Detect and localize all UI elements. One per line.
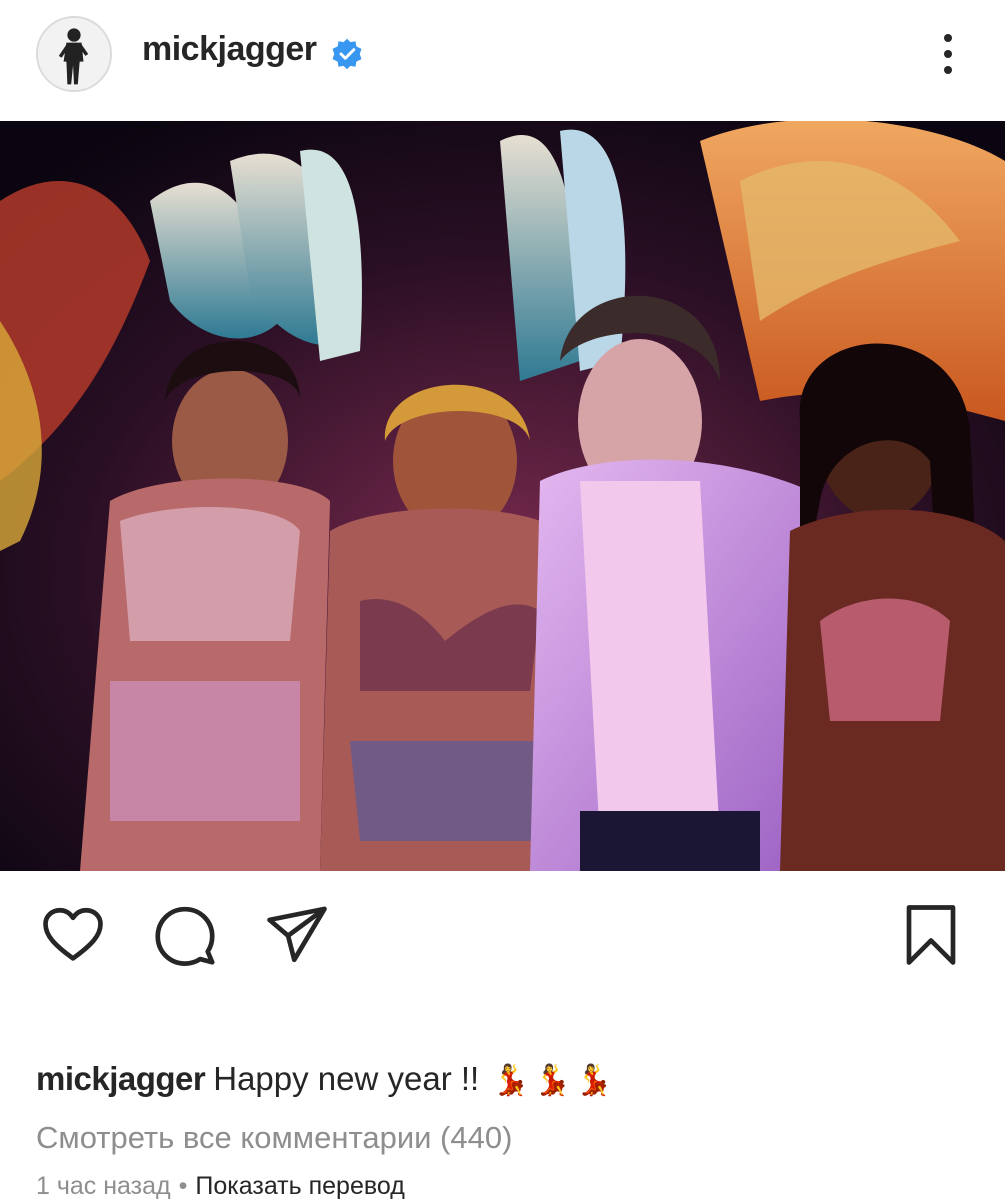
comment-button[interactable]	[152, 902, 218, 968]
caption-text: Happy new year !!	[213, 1060, 480, 1097]
more-vertical-icon	[944, 34, 952, 42]
dancer-emoji: 💃	[492, 1064, 530, 1097]
post-username[interactable]: mickjagger	[142, 30, 317, 69]
bookmark-icon	[906, 905, 956, 965]
post-image	[0, 121, 1005, 871]
post-meta: 1 час назад • Показать перевод	[36, 1172, 405, 1200]
dancer-emoji: 💃	[575, 1064, 613, 1097]
show-translation-link[interactable]: Показать перевод	[195, 1172, 404, 1200]
paper-plane-icon	[267, 906, 327, 963]
separator: •	[178, 1172, 188, 1200]
view-all-comments-link[interactable]: Смотреть все комментарии (440)	[36, 1120, 512, 1156]
dancer-emoji: 💃	[533, 1064, 572, 1097]
heart-icon	[43, 907, 103, 961]
action-bar	[0, 880, 1005, 980]
more-options-button[interactable]	[928, 30, 968, 78]
post-timestamp: 1 час назад	[36, 1172, 171, 1200]
share-button[interactable]	[264, 902, 330, 968]
verified-badge-icon	[332, 38, 362, 70]
caption-username[interactable]: mickjagger	[36, 1060, 206, 1097]
avatar[interactable]	[36, 16, 112, 92]
post-photo[interactable]	[0, 121, 1005, 871]
post-caption: mickjagger Happy new year !! 💃 💃 💃	[36, 1060, 612, 1098]
avatar-image	[38, 18, 110, 90]
save-button[interactable]	[898, 902, 964, 968]
like-button[interactable]	[40, 902, 106, 968]
comment-icon	[155, 906, 215, 966]
post-header: mickjagger	[0, 0, 1005, 110]
